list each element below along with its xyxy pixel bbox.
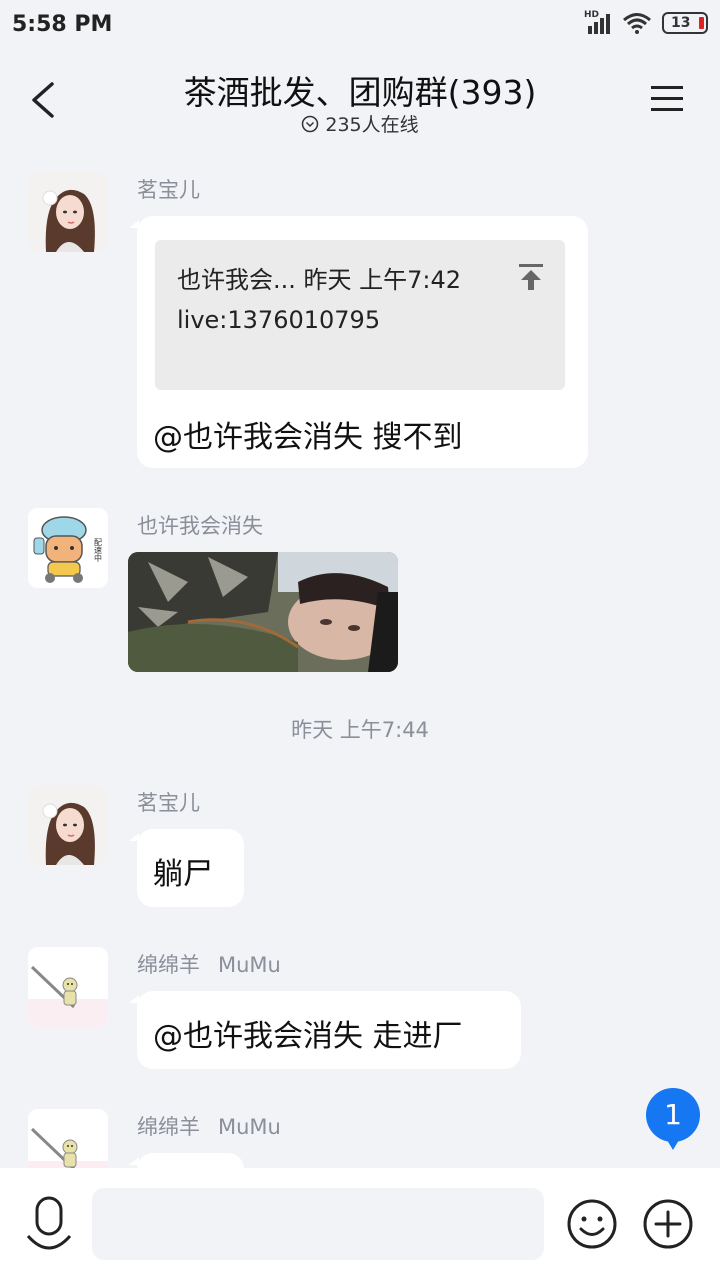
status-icons: HD 13 <box>584 10 708 34</box>
sender-name[interactable]: 茗宝儿 <box>137 787 200 817</box>
message-bubble[interactable]: @也许我会消失 走进厂 <box>129 991 521 1069</box>
quoted-reply[interactable]: 也许我会... 昨天 上午7:42 live:1376010795 <box>155 240 565 390</box>
status-bar: 5:58 PM HD 13 <box>0 0 720 52</box>
message-input[interactable] <box>92 1188 544 1260</box>
message-text: @也许我会消失 走进厂 <box>153 1019 463 1054</box>
jump-to-top-icon[interactable] <box>517 262 545 292</box>
wifi-icon <box>623 13 651 34</box>
avatar[interactable] <box>28 947 108 1027</box>
svg-text:配速中: 配速中 <box>94 538 103 563</box>
avatar[interactable] <box>28 172 108 252</box>
avatar[interactable] <box>28 785 108 865</box>
smiley-icon[interactable] <box>566 1198 618 1250</box>
chevron-circle-icon <box>302 115 319 132</box>
quoted-reply-header: 也许我会... 昨天 上午7:42 <box>177 266 462 294</box>
sender-name[interactable]: 也许我会消失 <box>137 510 263 540</box>
battery-level: 13 <box>671 15 691 31</box>
chat-timestamp: 昨天 上午7:44 <box>291 718 429 742</box>
sender-title: MuMu <box>218 953 281 977</box>
battery-icon: 13 <box>662 12 708 34</box>
sender-name[interactable]: 茗宝儿 <box>137 174 200 204</box>
message-text: @也许我会消失 搜不到 <box>153 420 463 455</box>
sender-name[interactable]: 绵绵羊 MuMu <box>137 1111 281 1141</box>
online-count[interactable]: 235人在线 <box>0 110 720 137</box>
status-time: 5:58 PM <box>12 12 113 37</box>
chat-header: 茶酒批发、团购群(393) 235人在线 <box>0 52 720 148</box>
message-text: 躺尸 <box>153 857 213 892</box>
signal-icon: HD <box>584 10 612 34</box>
group-title[interactable]: 茶酒批发、团购群(393) <box>0 66 720 114</box>
sender-name[interactable]: 绵绵羊 MuMu <box>137 949 281 979</box>
image-message[interactable] <box>128 552 398 672</box>
message-bubble[interactable]: 也许我会... 昨天 上午7:42 live:1376010795 @也许我会消… <box>129 216 588 468</box>
unread-count-badge[interactable]: 1 <box>646 1088 700 1150</box>
sender-nickname: 绵绵羊 <box>137 953 200 977</box>
avatar[interactable]: 配速中 <box>28 508 108 588</box>
message-bubble[interactable]: 躺尸 <box>129 829 244 907</box>
online-count-label: 235人在线 <box>325 114 419 136</box>
sender-title: MuMu <box>218 1115 281 1139</box>
microphone-icon[interactable] <box>24 1194 74 1254</box>
input-bar <box>0 1168 720 1280</box>
plus-circle-icon[interactable] <box>642 1198 694 1250</box>
quoted-reply-text: live:1376010795 <box>177 306 381 334</box>
hamburger-menu-icon[interactable] <box>650 82 684 116</box>
sender-nickname: 绵绵羊 <box>137 1115 200 1139</box>
